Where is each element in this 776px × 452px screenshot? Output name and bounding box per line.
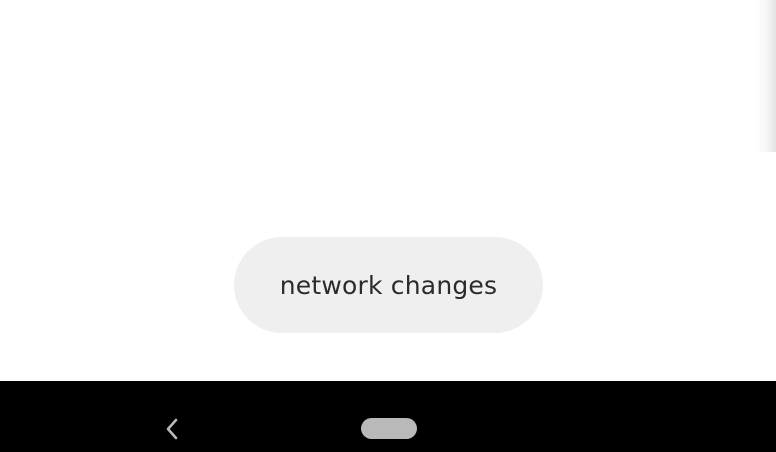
- toast-message: network changes: [279, 270, 498, 300]
- device-screen: network changes: [0, 0, 776, 452]
- toast-notification: network changes: [234, 237, 543, 333]
- home-button[interactable]: [361, 418, 417, 439]
- chevron-left-icon: [166, 418, 178, 440]
- navigation-bar: [0, 381, 776, 452]
- edge-panel-handle[interactable]: [754, 0, 776, 152]
- back-button[interactable]: [154, 411, 190, 447]
- app-content-area: network changes: [0, 0, 776, 381]
